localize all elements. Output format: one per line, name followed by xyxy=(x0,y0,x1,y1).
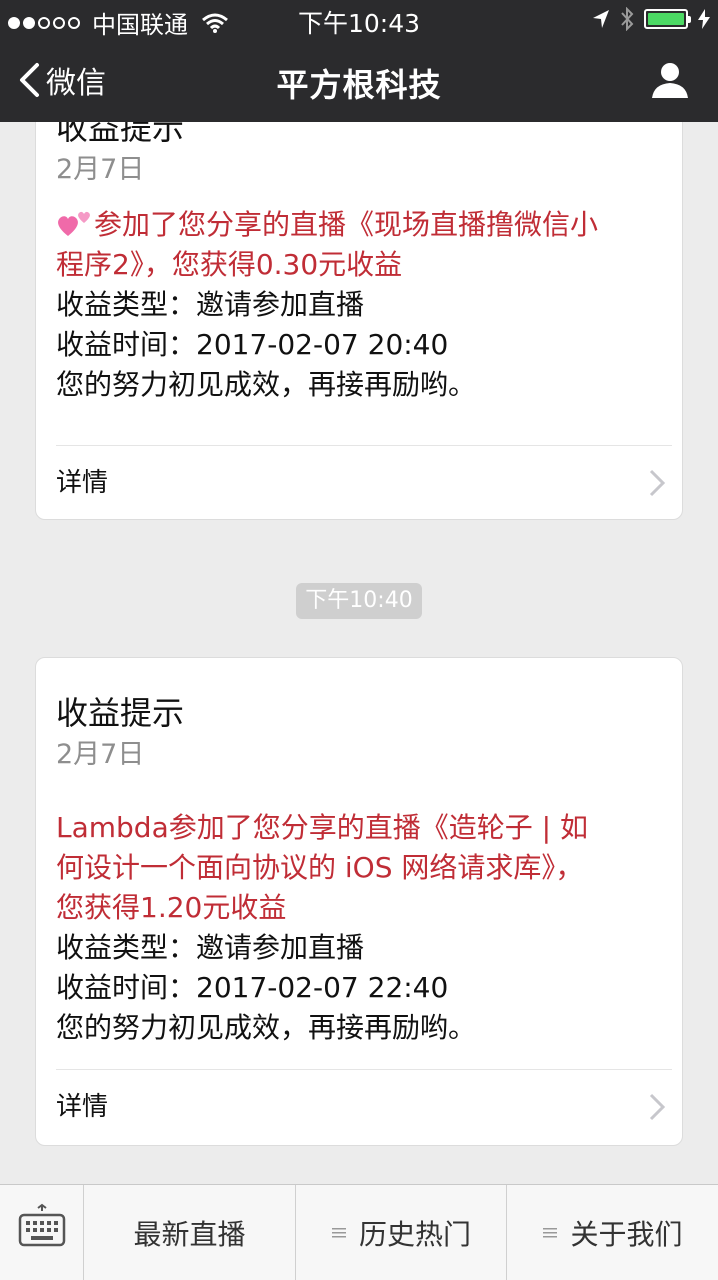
earnings-highlight-line: 您获得1.20元收益 xyxy=(56,891,287,924)
details-link[interactable]: 详情 xyxy=(36,1070,682,1144)
chevron-right-icon xyxy=(649,469,666,497)
earnings-closing: 您的努力初见成效，再接再励哟。 xyxy=(56,1011,477,1044)
earnings-highlight-line: 参加了您分享的直播《现场直播撸微信小 xyxy=(56,205,656,245)
menu-item-about-us[interactable]: 关于我们 xyxy=(506,1185,718,1280)
bluetooth-icon xyxy=(621,7,634,31)
menu-item-label: 关于我们 xyxy=(570,1217,683,1251)
card-title: 收益提示 xyxy=(56,694,185,732)
earnings-highlight-line: 程序2》，您获得0.30元收益 xyxy=(56,248,403,281)
time-separator: 下午10:40 xyxy=(296,583,422,619)
details-label: 详情 xyxy=(56,468,109,498)
earnings-highlight-line: Lambda参加了您分享的直播《造轮子 | 如 xyxy=(56,811,588,844)
earnings-card: 收益提示 2月7日 参加了您分享的直播《现场直播撸微信小 程序2》，您获得0.3… xyxy=(35,122,683,520)
status-right xyxy=(592,7,710,31)
nav-bar: 微信 平方根科技 xyxy=(0,38,718,122)
keyboard-icon xyxy=(18,1203,66,1247)
details-label: 详情 xyxy=(56,1092,109,1122)
earnings-closing: 您的努力初见成效，再接再励哟。 xyxy=(56,368,477,401)
message-list[interactable]: 收益提示 2月7日 参加了您分享的直播《现场直播撸微信小 程序2》，您获得0.3… xyxy=(0,122,718,1184)
earnings-type: 收益类型：邀请参加直播 xyxy=(56,931,365,964)
earnings-type: 收益类型：邀请参加直播 xyxy=(56,288,365,321)
hearts-emoji-icon xyxy=(58,211,90,236)
page-title: 平方根科技 xyxy=(276,66,442,104)
card-body: Lambda参加了您分享的直播《造轮子 | 如 何设计一个面向协议的 iOS 网… xyxy=(56,808,656,1048)
card-body: 参加了您分享的直播《现场直播撸微信小 程序2》，您获得0.30元收益 收益类型：… xyxy=(56,205,656,405)
card-date: 2月7日 xyxy=(56,154,145,185)
menu-item-history-popular[interactable]: 历史热门 xyxy=(295,1185,506,1280)
earnings-time: 收益时间：2017-02-07 20:40 xyxy=(56,328,449,361)
menu-item-label: 最新直播 xyxy=(133,1217,246,1251)
card-title: 收益提示 xyxy=(56,122,185,147)
earnings-highlight-text: 参加了您分享的直播《现场直播撸微信小 xyxy=(94,208,599,241)
profile-icon[interactable] xyxy=(650,60,690,100)
keyboard-toggle-button[interactable] xyxy=(0,1185,84,1280)
earnings-card: 收益提示 2月7日 Lambda参加了您分享的直播《造轮子 | 如 何设计一个面… xyxy=(35,657,683,1146)
menu-list-icon xyxy=(543,1227,558,1237)
details-link[interactable]: 详情 xyxy=(36,446,682,520)
status-bar: 中国联通 下午10:43 xyxy=(0,0,718,39)
menu-item-label: 历史热门 xyxy=(358,1217,471,1251)
battery-icon xyxy=(644,9,691,29)
earnings-highlight-line: 何设计一个面向协议的 iOS 网络请求库》， xyxy=(56,851,584,884)
menu-item-latest-live[interactable]: 最新直播 xyxy=(84,1185,295,1280)
earnings-time: 收益时间：2017-02-07 22:40 xyxy=(56,971,449,1004)
charging-bolt-icon xyxy=(698,9,710,29)
card-date: 2月7日 xyxy=(56,739,145,770)
menu-list-icon xyxy=(331,1227,346,1237)
bottom-menu-bar: 最新直播 历史热门 关于我们 xyxy=(0,1184,718,1280)
chevron-right-icon xyxy=(649,1093,666,1121)
location-arrow-icon xyxy=(593,10,609,28)
